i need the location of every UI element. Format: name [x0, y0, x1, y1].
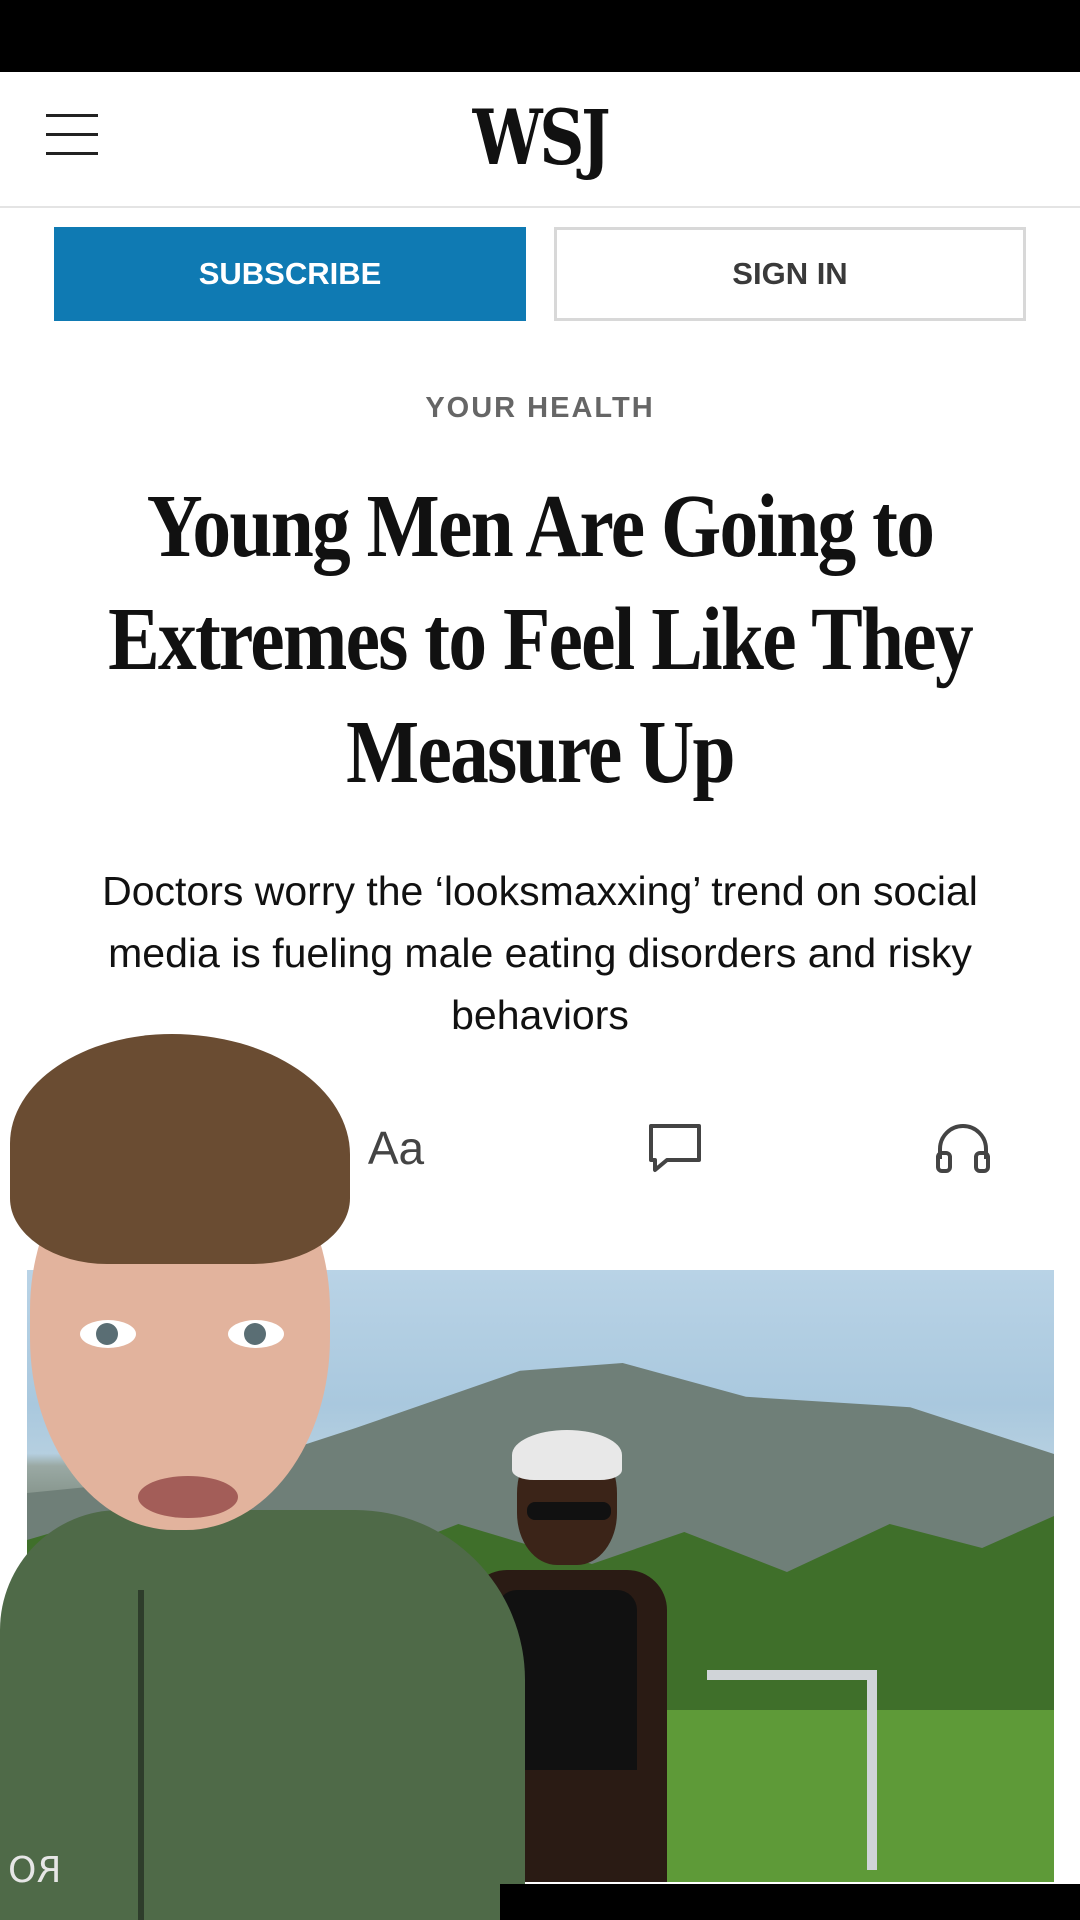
comment-button[interactable]	[640, 1112, 710, 1184]
article-dek: Doctors worry the ‘looksmaxxing’ trend o…	[102, 868, 978, 1038]
goalpost	[707, 1670, 877, 1870]
presenter-hair	[10, 1034, 350, 1264]
presenter-right-eye	[228, 1320, 284, 1348]
headphones-icon	[936, 1124, 990, 1173]
subscribe-button[interactable]: SUBSCRIBE	[54, 227, 526, 321]
jacket-logo: RO	[8, 1850, 62, 1891]
article-headline: Young Men Are Going to Extremes to Feel …	[108, 477, 974, 802]
comment-icon	[649, 1124, 701, 1172]
hamburger-menu-icon[interactable]	[42, 106, 102, 162]
photo-subject-sunglasses	[527, 1502, 611, 1520]
photo-subject-bandana	[512, 1430, 622, 1480]
presenter-video-overlay: RO	[0, 1030, 525, 1920]
section-label[interactable]: YOUR HEALTH	[0, 392, 1080, 425]
wsj-logo[interactable]: WSJ	[97, 90, 983, 186]
presenter-jacket	[0, 1510, 525, 1920]
jacket-zipper	[138, 1590, 144, 1920]
site-header: WSJ	[0, 72, 1080, 208]
presenter-mouth	[138, 1476, 238, 1518]
presenter-left-eye	[80, 1320, 136, 1348]
status-bar	[0, 0, 1080, 72]
sign-in-button[interactable]: SIGN IN	[554, 227, 1026, 321]
bottom-bar	[500, 1884, 1080, 1920]
listen-button[interactable]	[928, 1112, 998, 1184]
